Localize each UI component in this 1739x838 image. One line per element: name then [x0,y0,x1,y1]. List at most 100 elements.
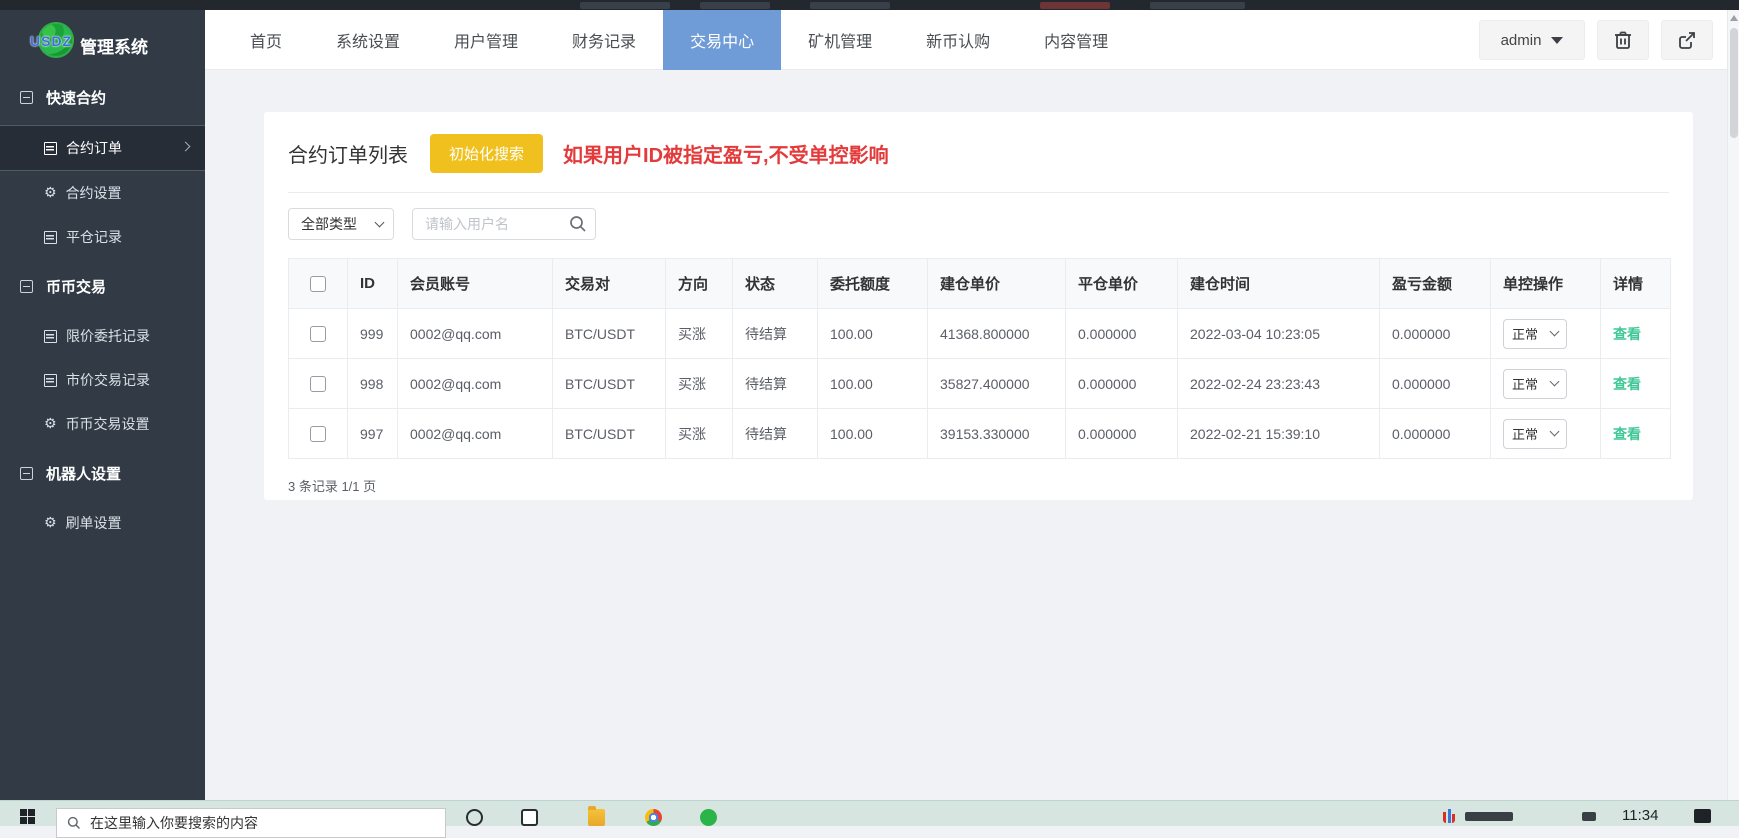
sidebar-item-contract-orders[interactable]: 合约订单 [0,125,205,171]
col-account: 会员账号 [397,258,553,309]
nav-home[interactable]: 首页 [223,10,309,70]
cell-status: 待结算 [732,308,818,359]
search-icon[interactable] [569,215,587,233]
section-title: 机器人设置 [46,466,122,483]
row-checkbox[interactable] [310,326,326,343]
cell-pair: BTC/USDT [552,308,666,359]
clear-cache-button[interactable] [1597,20,1649,60]
sidebar-section-quick-contract[interactable]: 快速合约 [0,70,205,125]
col-status: 状态 [732,258,818,309]
nav-system-settings[interactable]: 系统设置 [309,10,427,70]
windows-start-icon[interactable] [20,809,35,824]
windows-taskbar: 在这里输入你要搜索的内容 11:34 [0,800,1739,838]
row-checkbox[interactable] [310,426,326,443]
type-select-value: 全部类型 [301,216,357,232]
logout-button[interactable] [1661,20,1713,60]
cell-amount: 100.00 [817,308,928,359]
table-row: 998 0002@qq.com BTC/USDT 买涨 待结算 100.00 3… [288,358,1671,409]
table-row: 999 0002@qq.com BTC/USDT 买涨 待结算 100.00 4… [288,308,1671,359]
nav-content-management[interactable]: 内容管理 [1017,10,1135,70]
logout-icon [1679,32,1695,49]
sidebar-item-spot-settings[interactable]: ⚙ 币币交易设置 [0,402,205,446]
sidebar-section-spot-trading[interactable]: 币币交易 [0,259,205,314]
taskbar-search-box[interactable]: 在这里输入你要搜索的内容 [56,808,446,838]
cell-id: 997 [347,408,398,459]
col-control: 单控操作 [1490,258,1601,309]
gear-icon: ⚙ [44,415,57,432]
control-select[interactable]: 正常 [1503,368,1567,399]
background-window-strip [0,0,1739,10]
wechat-icon[interactable] [700,809,717,826]
list-icon [44,141,57,155]
control-select[interactable]: 正常 [1503,418,1567,449]
collapse-icon [20,467,33,480]
stock-app-icon[interactable] [1443,809,1455,823]
col-amount: 委托额度 [817,258,928,309]
sidebar-item-close-records[interactable]: 平仓记录 [0,215,205,259]
section-title: 快速合约 [46,90,107,107]
scrollbar-thumb[interactable] [1730,28,1738,138]
sidebar-item-market-records[interactable]: 市价交易记录 [0,358,205,402]
notification-center-icon[interactable] [1694,809,1711,823]
cell-open-time: 2022-03-04 10:23:05 [1177,308,1380,359]
sidebar-item-label: 币币交易设置 [65,416,150,432]
col-pair: 交易对 [552,258,666,309]
globe-logo-icon: USDZ [30,22,74,58]
page-scrollbar[interactable] [1727,10,1739,800]
col-open-price: 建仓单价 [927,258,1066,309]
section-title: 币币交易 [46,279,107,296]
nav-new-coin[interactable]: 新币认购 [899,10,1017,70]
cell-close-price: 0.000000 [1065,308,1178,359]
cell-account: 0002@qq.com [397,308,553,359]
chevron-down-icon [1549,376,1560,387]
sidebar-item-label: 平仓记录 [66,229,122,245]
table-header-row: ID 会员账号 交易对 方向 状态 委托额度 建仓单价 平仓单价 建仓时间 盈亏… [288,258,1671,309]
cortana-icon[interactable] [466,809,483,826]
admin-dropdown[interactable]: admin [1479,20,1585,60]
header-actions: admin [1479,20,1713,60]
cell-direction: 买涨 [665,308,733,359]
scrollbar-up-arrow[interactable] [1730,15,1738,21]
col-close-price: 平仓单价 [1065,258,1178,309]
sidebar-item-label: 限价委托记录 [66,328,150,344]
view-detail-link[interactable]: 查看 [1613,376,1641,392]
view-detail-link[interactable]: 查看 [1613,326,1641,342]
sidebar-section-robot-settings[interactable]: 机器人设置 [0,446,205,501]
gear-icon: ⚙ [44,184,57,201]
sidebar-item-contract-settings[interactable]: ⚙ 合约设置 [0,171,205,215]
init-search-button[interactable]: 初始化搜索 [430,134,544,173]
top-nav: 首页 系统设置 用户管理 财务记录 交易中心 矿机管理 新币认购 内容管理 [205,10,1135,70]
cell-account: 0002@qq.com [397,358,553,409]
sidebar-item-limit-orders[interactable]: 限价委托记录 [0,314,205,358]
type-select[interactable]: 全部类型 [288,208,394,240]
sidebar-item-label: 刷单设置 [65,515,122,531]
cell-status: 待结算 [732,408,818,459]
sidebar-item-brush-settings[interactable]: ⚙ 刷单设置 [0,501,205,545]
cell-direction: 买涨 [665,358,733,409]
nav-trade-center[interactable]: 交易中心 [663,10,782,70]
select-all-checkbox[interactable] [310,276,326,293]
task-view-icon[interactable] [521,809,538,826]
search-icon [67,816,80,829]
cell-profit: 0.000000 [1379,358,1491,409]
app-title: 管理系统 [80,37,148,57]
nav-finance-records[interactable]: 财务记录 [545,10,663,70]
nav-miner-management[interactable]: 矿机管理 [781,10,899,70]
row-checkbox[interactable] [310,376,326,393]
col-profit: 盈亏金额 [1379,258,1491,309]
chevron-down-icon [1549,326,1560,337]
cell-open-price: 39153.330000 [927,408,1066,459]
list-icon [44,329,57,343]
chevron-down-icon [1551,36,1564,44]
gear-icon: ⚙ [44,514,57,531]
username-search [412,208,596,240]
filter-row: 全部类型 [288,208,1669,240]
list-icon [44,230,57,244]
cell-close-price: 0.000000 [1065,358,1178,409]
nav-user-management[interactable]: 用户管理 [427,10,545,70]
tray-icon[interactable] [1582,812,1596,821]
chrome-icon[interactable] [645,809,662,826]
file-explorer-icon[interactable] [588,806,605,826]
control-select[interactable]: 正常 [1503,318,1567,349]
view-detail-link[interactable]: 查看 [1613,426,1641,442]
